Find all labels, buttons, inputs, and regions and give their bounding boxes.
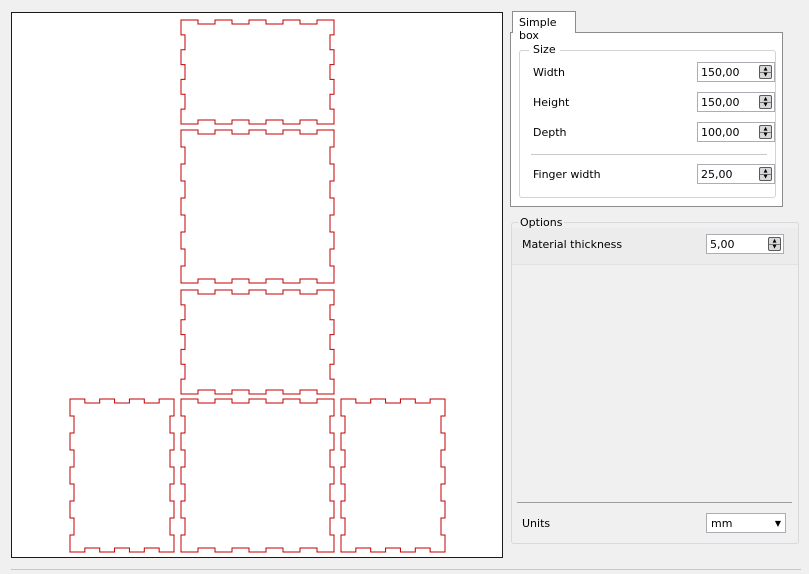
panel-left xyxy=(69,398,175,553)
size-divider xyxy=(531,154,767,155)
tab-simple-box[interactable]: Simple box xyxy=(512,11,576,42)
finger-width-input[interactable] xyxy=(698,165,758,183)
depth-label: Depth xyxy=(533,126,567,139)
spin-down-icon[interactable]: ▼ xyxy=(760,132,771,138)
simple-box-pane: Size Width ▲ ▼ Height ▲ ▼ Depth xyxy=(510,32,783,207)
panel-bottom xyxy=(180,289,335,395)
finger-width-spin-buttons: ▲ ▼ xyxy=(759,167,772,181)
status-divider xyxy=(11,569,801,570)
units-combobox[interactable]: mm ▼ xyxy=(706,513,786,533)
spin-down-icon[interactable]: ▼ xyxy=(760,102,771,108)
box-panels-drawing xyxy=(69,19,446,553)
depth-spin-buttons: ▲ ▼ xyxy=(759,125,772,139)
spin-down-icon[interactable]: ▼ xyxy=(769,244,780,250)
material-thickness-label: Material thickness xyxy=(522,238,623,251)
material-thickness-spinbox: ▲ ▼ xyxy=(706,234,784,254)
spin-down-icon[interactable]: ▼ xyxy=(760,174,771,180)
units-selected-value: mm xyxy=(711,517,733,530)
chevron-down-icon[interactable]: ▼ xyxy=(775,519,781,528)
settings-tabs: Simple box Size Width ▲ ▼ Height ▲ ▼ Dep xyxy=(510,11,798,211)
height-input[interactable] xyxy=(698,93,758,111)
options-group xyxy=(511,222,799,544)
units-label: Units xyxy=(522,517,551,530)
finger-width-label: Finger width xyxy=(533,168,601,181)
panel-front xyxy=(180,129,335,284)
width-input[interactable] xyxy=(698,63,758,81)
height-spinbox: ▲ ▼ xyxy=(697,92,775,112)
depth-input[interactable] xyxy=(698,123,758,141)
width-spinbox: ▲ ▼ xyxy=(697,62,775,82)
material-thickness-spin-buttons: ▲ ▼ xyxy=(768,237,781,251)
units-divider xyxy=(517,502,792,503)
preview-canvas[interactable] xyxy=(11,12,503,558)
finger-width-spinbox: ▲ ▼ xyxy=(697,164,775,184)
panel-right xyxy=(340,398,446,553)
size-group-title: Size xyxy=(529,43,560,56)
material-thickness-row: Material thickness ▲ ▼ xyxy=(512,228,798,265)
depth-spinbox: ▲ ▼ xyxy=(697,122,775,142)
spin-down-icon[interactable]: ▼ xyxy=(760,72,771,78)
width-spin-buttons: ▲ ▼ xyxy=(759,65,772,79)
material-thickness-input[interactable] xyxy=(707,235,767,253)
width-label: Width xyxy=(533,66,565,79)
height-label: Height xyxy=(533,96,570,109)
panel-back xyxy=(180,398,335,553)
panel-top xyxy=(180,19,335,125)
size-group: Size Width ▲ ▼ Height ▲ ▼ Depth xyxy=(519,43,776,198)
height-spin-buttons: ▲ ▼ xyxy=(759,95,772,109)
